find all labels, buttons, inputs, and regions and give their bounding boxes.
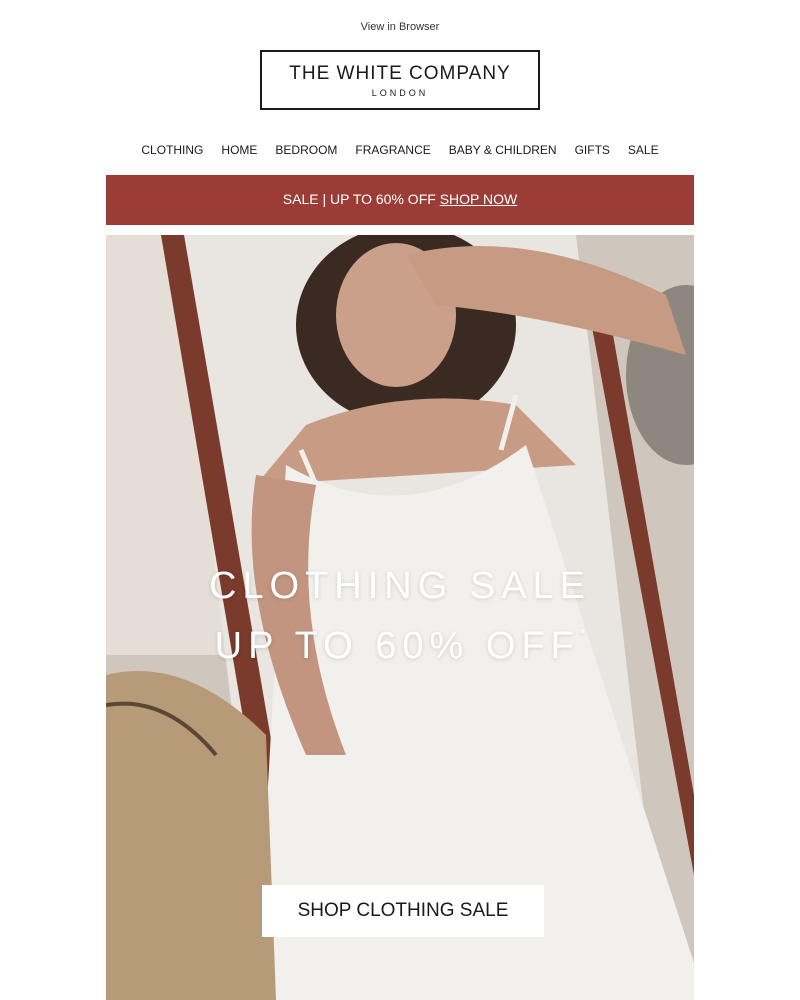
nav-item-fragrance[interactable]: FRAGRANCE — [355, 143, 430, 157]
main-nav: CLOTHING HOME BEDROOM FRAGRANCE BABY & C… — [0, 143, 800, 157]
promo-banner: SALE | UP TO 60% OFF SHOP NOW — [106, 175, 694, 225]
hero-asterisk: * — [579, 625, 586, 641]
logo-title: THE WHITE COMPANY — [289, 63, 511, 84]
hero-title: CLOTHING SALE — [208, 565, 592, 607]
nav-item-gifts[interactable]: GIFTS — [575, 143, 610, 157]
hero-image[interactable]: CLOTHING SALE UP TO 60% OFF* SHOP CLOTHI… — [106, 235, 694, 1000]
view-in-browser-link[interactable]: View in Browser — [0, 21, 800, 33]
nav-item-clothing[interactable]: CLOTHING — [141, 143, 203, 157]
nav-item-sale[interactable]: SALE — [628, 143, 659, 157]
nav-item-bedroom[interactable]: BEDROOM — [275, 143, 337, 157]
shop-clothing-sale-button[interactable]: SHOP CLOTHING SALE — [262, 885, 544, 937]
logo-subtitle: LONDON — [371, 88, 429, 98]
nav-item-home[interactable]: HOME — [221, 143, 257, 157]
nav-item-baby-children[interactable]: BABY & CHILDREN — [449, 143, 557, 157]
promo-text: SALE | UP TO 60% OFF — [282, 191, 436, 207]
hero-subtitle: UP TO 60% OFF* — [106, 625, 694, 668]
brand-logo[interactable]: THE WHITE COMPANY LONDON — [260, 50, 540, 110]
shop-now-link[interactable]: SHOP NOW — [440, 191, 518, 207]
hero-subtitle-text: UP TO 60% OFF — [214, 625, 580, 667]
